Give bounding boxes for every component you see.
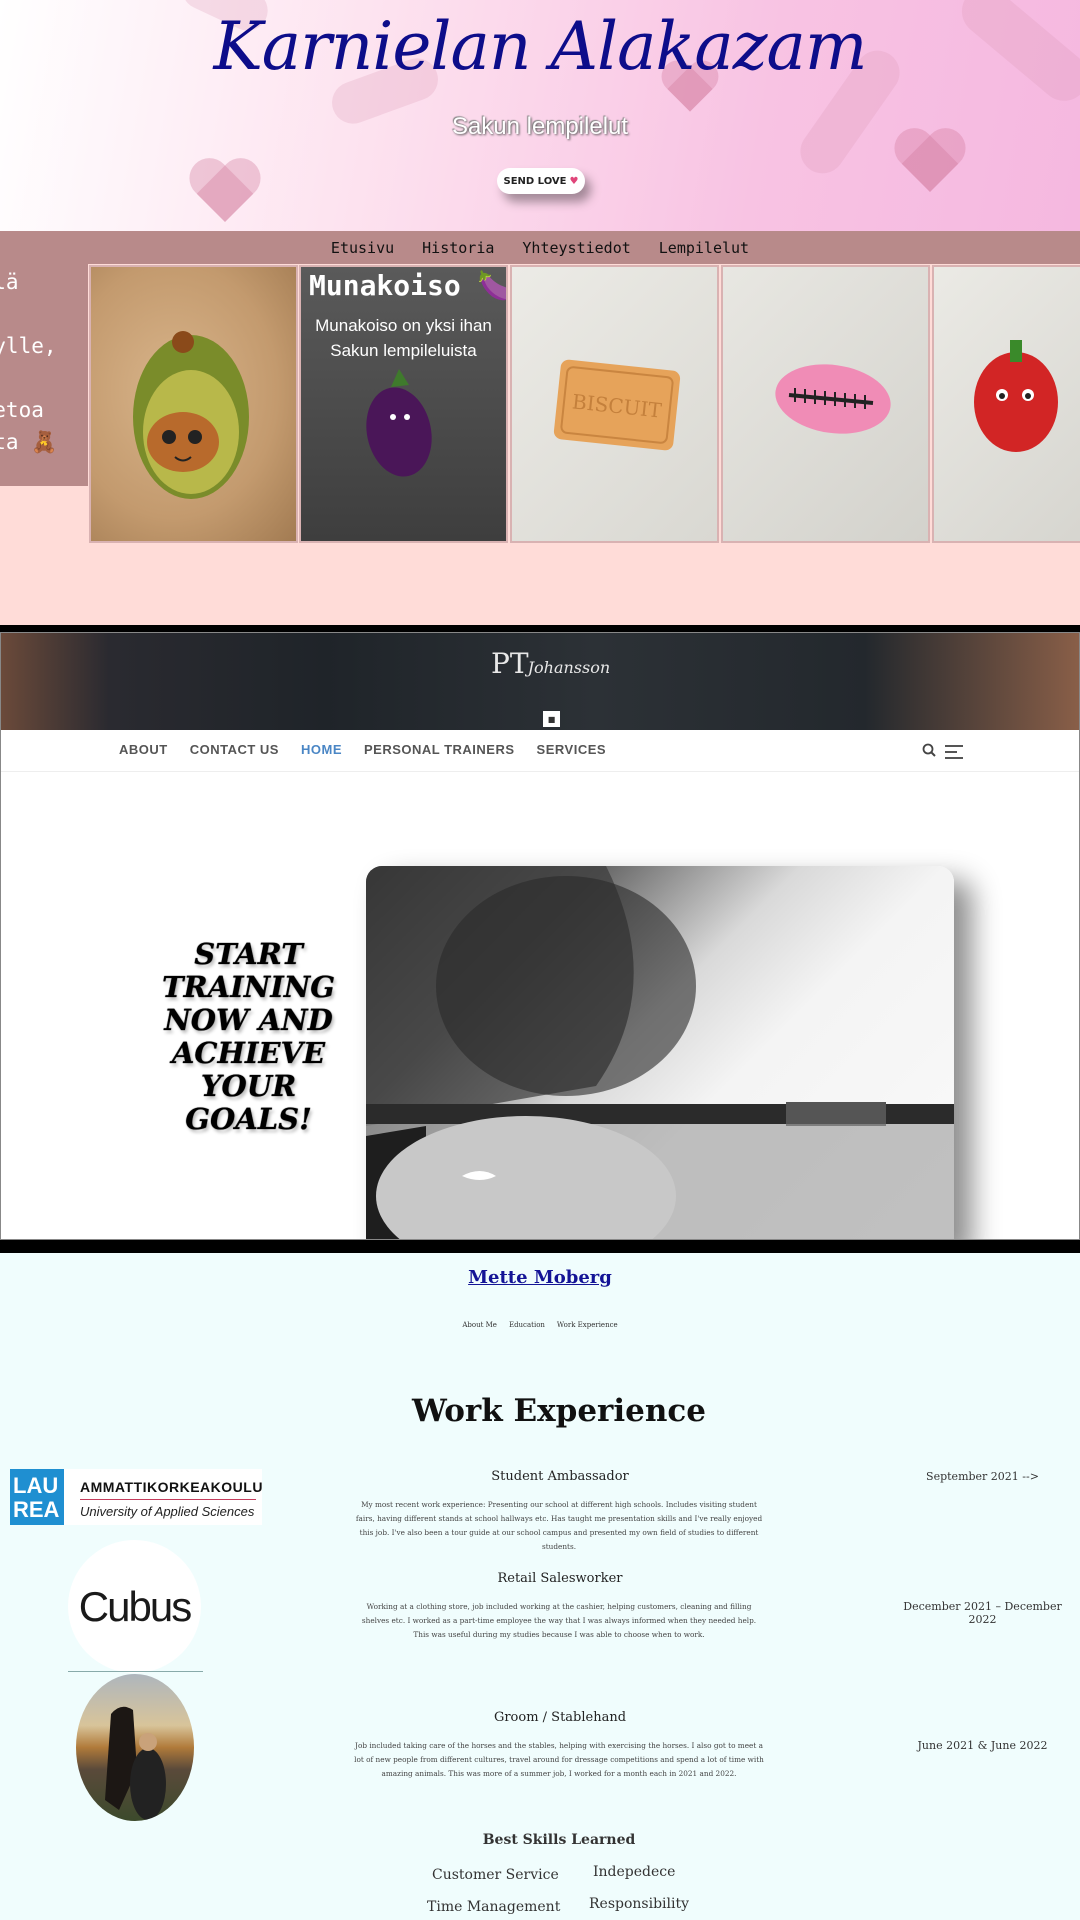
site-name: Mette Moberg [468, 1267, 612, 1288]
slider-dot-icon[interactable]: ■ [543, 711, 560, 727]
laurea-logo: LAU REA AMMATTIKORKEAKOULU University of… [10, 1469, 262, 1525]
logo-name: Johansson [527, 658, 611, 677]
logo-initials: PT [491, 647, 529, 680]
job-title: Groom / Stablehand [493, 1710, 627, 1725]
nav-link-services[interactable]: SERVICES [537, 742, 607, 757]
nav-link-home[interactable]: HOME [301, 742, 342, 757]
hamburger-menu-icon[interactable] [945, 745, 963, 759]
job-description: My most recent work experience: Presenti… [355, 1500, 763, 1551]
mette-moberg-site: Mette Moberg About Me Education Work Exp… [0, 1253, 1080, 1920]
skills-heading: Best Skills Learned [482, 1832, 636, 1848]
laurea-logo-rule [80, 1499, 256, 1500]
send-love-label: SEND LOVE [503, 175, 567, 187]
job-description: Working at a clothing store, job include… [361, 1602, 757, 1639]
nav-link-work-experience[interactable]: Work Experience [557, 1321, 618, 1329]
pt-johansson-site: PT Johansson ■ ABOUT CONTACT US HOME PER… [0, 632, 1080, 1240]
pt-logo[interactable]: PT Johansson [491, 647, 610, 680]
nav-link-contact-us[interactable]: CONTACT US [190, 742, 279, 757]
job-title: Student Ambassador [491, 1469, 629, 1484]
karniela-nav: Etusivu Historia Yhteystiedot Lempilelut [0, 231, 1080, 264]
site-title: Karnielan Alakazam [213, 8, 868, 85]
karniela-site: Karnielan Alakazam Sakun lempilelut SEND… [0, 0, 1080, 625]
job-date: June 2021 & June 2022 [917, 1739, 1048, 1752]
nav-link-about-me[interactable]: About Me [462, 1321, 497, 1329]
site-subtitle: Sakun lempilelut [451, 113, 629, 140]
search-icon[interactable] [922, 743, 938, 759]
skill-item: Customer Service [432, 1867, 559, 1883]
mette-nav: About Me Education Work Experience [0, 1321, 1080, 1329]
cubus-logo: Cubus [68, 1540, 201, 1673]
skill-item: Indepedece [593, 1864, 676, 1880]
nav-link-about[interactable]: ABOUT [119, 742, 168, 757]
job-title: Retail Salesworker [497, 1571, 623, 1586]
barbell-photo-graphic [366, 866, 954, 1239]
avocado-toy-image [133, 331, 249, 499]
job-date: September 2021 --> [926, 1470, 1039, 1483]
heart-icon: ♥ [569, 175, 579, 187]
section-heading: Work Experience [411, 1393, 707, 1429]
laurea-logo-mark: LAU REA [10, 1469, 64, 1525]
rugby-ball-toy-image [775, 364, 891, 434]
nav-link-yhteystiedot[interactable]: Yhteystiedot [522, 239, 630, 257]
nav-link-personal-trainers[interactable]: PERSONAL TRAINERS [364, 742, 515, 757]
sidebar-text-box: illä en n ylle, it tietoa ista 🧸 [0, 264, 88, 486]
laurea-logo-name: AMMATTIKORKEAKOULU [80, 1479, 263, 1495]
skill-item: Time Management [427, 1899, 561, 1915]
job-date: December 2021 – December 2022 [903, 1600, 1062, 1626]
site-name-link[interactable]: Mette Moberg [0, 1267, 1080, 1288]
divider [68, 1671, 203, 1672]
send-love-button[interactable]: SEND LOVE ♥ [497, 168, 585, 194]
pt-nav: ABOUT CONTACT US HOME PERSONAL TRAINERS … [1, 730, 1079, 772]
sidebar-text: illä en n ylle, it tietoa ista 🧸 [0, 270, 58, 454]
nav-link-education[interactable]: Education [509, 1321, 545, 1329]
toy-card-biscuit[interactable]: BISCUIT [510, 265, 719, 543]
paw-heart-decoration [190, 160, 260, 230]
laurea-logo-subtitle: University of Applied Sciences [80, 1504, 255, 1519]
job-description: Job included taking care of the horses a… [354, 1741, 764, 1778]
eggplant-toy-image [366, 369, 432, 477]
biscuit-toy-image: BISCUIT [553, 359, 681, 451]
toy-card-red-pepper[interactable] [932, 265, 1080, 543]
nav-link-lempilelut[interactable]: Lempilelut [659, 239, 749, 257]
card-title: Munakoiso 🍆 [309, 269, 508, 302]
nav-link-historia[interactable]: Historia [422, 239, 494, 257]
hero-tagline: START TRAINING NOW AND ACHIEVE YOUR GOAL… [161, 937, 336, 1136]
skill-item: Responsibility [589, 1896, 690, 1912]
barbell-photo [366, 866, 954, 1239]
nav-link-etusivu[interactable]: Etusivu [331, 239, 394, 257]
toy-card-rugby-ball[interactable] [721, 265, 930, 543]
card-text: Munakoiso on yksi ihan Sakun lempileluis… [315, 316, 492, 360]
horse-photo-graphic [105, 1706, 166, 1820]
toy-card-eggplant[interactable]: Munakoiso 🍆 Munakoiso on yksi ihan Sakun… [299, 265, 508, 543]
horse-photo [76, 1674, 194, 1821]
karniela-hero: Karnielan Alakazam Sakun lempilelut SEND… [0, 0, 1080, 231]
pt-hero-banner: PT Johansson ■ [1, 633, 1079, 730]
toy-card-avocado[interactable] [89, 265, 298, 543]
red-pepper-toy-image [974, 340, 1058, 452]
